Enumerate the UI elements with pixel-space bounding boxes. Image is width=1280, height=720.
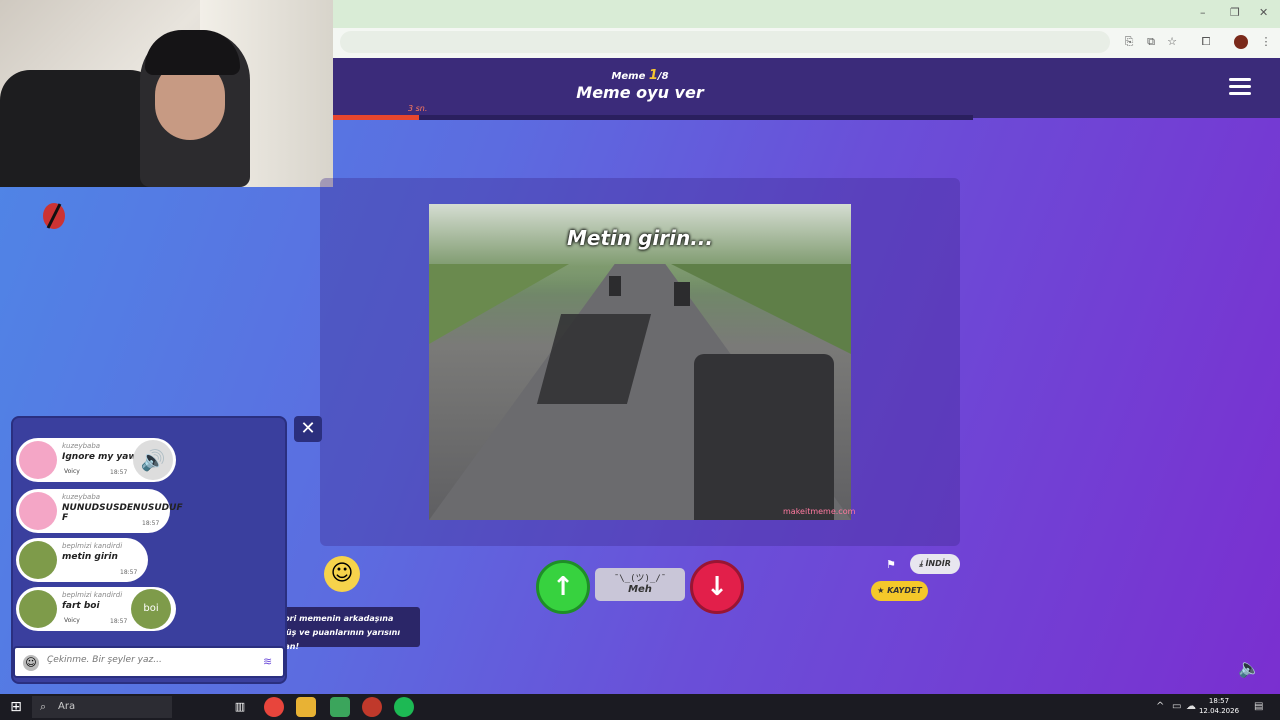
meh-face: ¯\_(ツ)_/¯	[613, 574, 667, 584]
webcam-chair	[0, 70, 160, 187]
star-icon[interactable]: ☆	[1165, 35, 1179, 49]
timer-fill	[333, 115, 419, 120]
timer-label: 3 sn.	[408, 104, 428, 113]
tray-chevron-icon[interactable]: ^	[1156, 701, 1164, 712]
avatar	[19, 541, 57, 579]
speaker-icon[interactable]: 🔊	[133, 440, 173, 480]
downvote-button[interactable]: ↓	[690, 560, 744, 614]
chat-time: 18:57	[110, 469, 128, 476]
chat-input-box: ☺ ≋	[13, 646, 285, 678]
chat-message: kuzeybaba Ignore my yawn Voicy 18:57 🔊	[16, 438, 176, 482]
webcam-hair	[145, 30, 240, 75]
chat-username: beplmizi kandirdi	[62, 591, 123, 599]
close-window-button[interactable]: ✕	[1259, 6, 1268, 19]
chat-time: 18:57	[120, 569, 138, 576]
address-bar[interactable]	[340, 31, 1110, 53]
windows-start-icon[interactable]: ⊞	[8, 699, 24, 715]
chat-text: Ignore my yawn	[62, 452, 144, 462]
search-icon: ⌕	[40, 700, 47, 713]
restore-button[interactable]: ❐	[1230, 6, 1240, 19]
meme-counter-num: 1	[648, 68, 658, 83]
chat-time: 18:57	[142, 520, 160, 527]
minimize-button[interactable]: –	[1200, 6, 1206, 19]
meme-image	[429, 204, 851, 520]
upvote-button[interactable]: ↑	[536, 560, 590, 614]
cloud-icon[interactable]: ☁	[1186, 701, 1196, 712]
chrome-icon-2[interactable]	[362, 697, 382, 717]
brand-logo-icon	[43, 203, 65, 229]
page-title: Meme oyu ver	[576, 83, 704, 102]
hamburger-menu-icon[interactable]	[1229, 78, 1251, 96]
discord-icon[interactable]	[330, 697, 350, 717]
network-icon[interactable]: ▭	[1172, 701, 1181, 712]
chat-input[interactable]	[47, 655, 257, 665]
chat-username: kuzeybaba	[62, 442, 101, 450]
voice-thumbnail[interactable]: boi	[131, 589, 171, 629]
taskbar-search-placeholder: Ara	[58, 701, 76, 712]
chat-username: kuzeybaba	[62, 493, 101, 501]
flag-icon[interactable]: ⚑	[886, 558, 896, 571]
more-vert-icon[interactable]: ⋮	[1259, 35, 1273, 49]
folder-icon[interactable]	[296, 697, 316, 717]
meme-caption[interactable]: Metin girin...	[429, 226, 851, 250]
avatar	[19, 492, 57, 530]
voicy-label: Voicy	[64, 617, 80, 624]
chrome-icon[interactable]	[264, 697, 284, 717]
sound-icon[interactable]: 🔈	[1238, 658, 1260, 679]
avatar	[19, 590, 57, 628]
download-button[interactable]: ⤓ İNDİR	[910, 554, 960, 574]
chat-time: 18:57	[110, 618, 128, 625]
meme-counter: Meme 1/8	[600, 68, 680, 83]
meme-bin-foreground	[694, 354, 834, 520]
save-label: KAYDET	[887, 586, 922, 595]
puzzle-icon[interactable]: ⧠	[1199, 35, 1213, 49]
profile-avatar[interactable]	[1234, 35, 1248, 49]
meme-counter-suffix: /8	[657, 71, 669, 82]
chat-text: metin girin	[62, 552, 118, 562]
meme-counter-prefix: Meme	[611, 71, 649, 82]
chat-message: beplmizi kandirdi metin girin 18:57	[16, 538, 148, 582]
taskbar	[0, 694, 1280, 720]
chat-text: fart boi	[62, 601, 100, 611]
voicy-label: Voicy	[64, 468, 80, 475]
meme-grass-left	[429, 264, 569, 344]
game-header	[333, 58, 1280, 118]
chat-username: beplmizi kandirdi	[62, 542, 123, 550]
translate-icon[interactable]: ⎘	[1122, 35, 1136, 49]
spotify-icon[interactable]	[394, 697, 414, 717]
chat-message: beplmizi kandirdi fart boi Voicy 18:57 b…	[16, 587, 176, 631]
meme-bin-mid	[674, 282, 690, 306]
notification-icon[interactable]: ▤	[1254, 701, 1263, 712]
browser-tab-strip	[333, 0, 1280, 28]
system-clock[interactable]: 18:57 12.04.2026	[1198, 696, 1240, 716]
favorite-emoji-button[interactable]: ☺	[324, 556, 360, 592]
save-button[interactable]: ★ KAYDET	[871, 581, 928, 601]
meh-button[interactable]: ¯\_(ツ)_/¯ Meh	[595, 568, 685, 601]
mic-icon[interactable]: ≋	[263, 655, 272, 668]
timer-track	[333, 115, 973, 120]
clock-date: 12.04.2026	[1198, 707, 1240, 715]
download-label: İNDİR	[925, 559, 951, 568]
chat-text: NUNUDSUSDENUSUDUF F	[62, 503, 183, 523]
taskbar-search[interactable]	[32, 696, 172, 718]
chat-close-button[interactable]: ✕	[294, 416, 322, 442]
cast-icon[interactable]: ⧉	[1144, 35, 1158, 49]
chat-message: kuzeybaba NUNUDSUSDENUSUDUF F 18:57	[16, 489, 183, 533]
clock-time: 18:57	[1208, 697, 1230, 705]
meh-label: Meh	[628, 584, 652, 595]
meme-watermark: makeitmeme.com	[783, 507, 856, 516]
avatar	[19, 441, 57, 479]
webcam-overlay	[0, 0, 333, 187]
emoji-icon[interactable]: ☺	[23, 655, 39, 671]
task-view-icon[interactable]: ▥	[230, 697, 250, 717]
meme-bin-distant	[609, 276, 621, 296]
